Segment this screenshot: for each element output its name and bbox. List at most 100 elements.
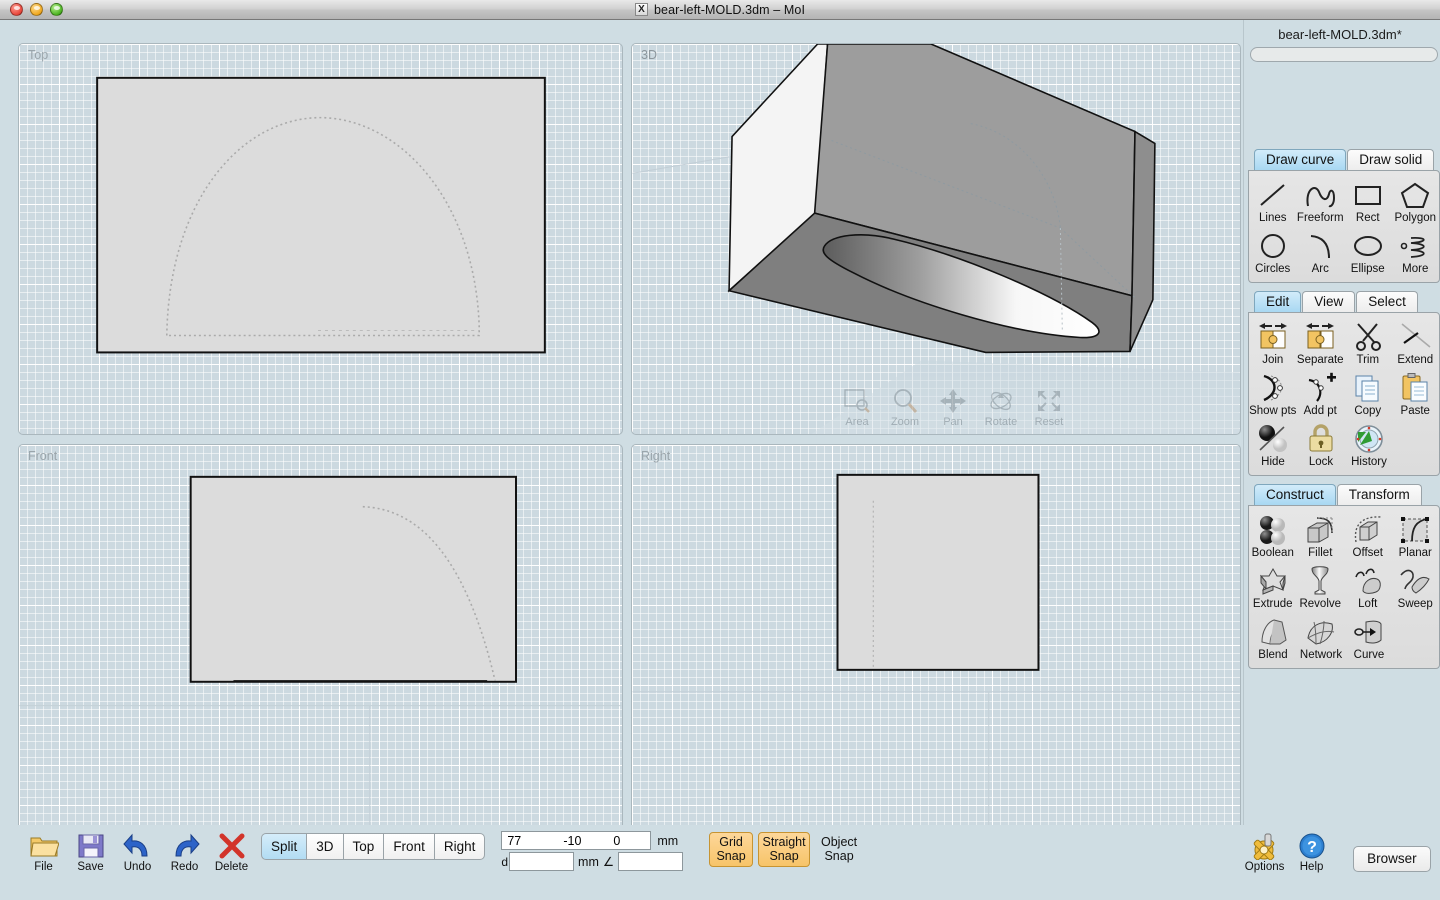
- show-points-icon: [1249, 371, 1297, 405]
- construct-panel: Boolean Fillet Offset: [1248, 505, 1440, 669]
- tab-draw-curve[interactable]: Draw curve: [1254, 149, 1346, 170]
- view-button-top[interactable]: Top: [343, 833, 384, 860]
- tool-hide[interactable]: Hide: [1249, 420, 1297, 471]
- tab-construct[interactable]: Construct: [1254, 484, 1336, 505]
- view-button-front[interactable]: Front: [383, 833, 434, 860]
- viewport-3d-canvas: [632, 44, 1240, 434]
- tool-polygon[interactable]: Polygon: [1392, 176, 1440, 227]
- viewport-front[interactable]: Front: [18, 444, 623, 836]
- snap-straight-button[interactable]: Straight Snap: [758, 832, 810, 867]
- arc-icon: [1297, 229, 1345, 263]
- tab-edit[interactable]: Edit: [1254, 291, 1301, 312]
- tool-rect[interactable]: Rect: [1344, 176, 1392, 227]
- distance-unit-label: mm: [578, 855, 599, 869]
- tool-freeform[interactable]: Freeform: [1297, 176, 1345, 227]
- tool-trim[interactable]: Trim: [1344, 318, 1392, 369]
- edit-tool-group: Edit View Select Join: [1248, 290, 1440, 476]
- sweep-icon: [1392, 564, 1440, 598]
- edit-row-1: Join Separate Trim: [1249, 318, 1439, 369]
- tool-offset[interactable]: Offset: [1344, 511, 1392, 562]
- view-button-3d[interactable]: 3D: [306, 833, 342, 860]
- tool-lines-label: Lines: [1249, 212, 1297, 224]
- tool-planar[interactable]: Planar: [1392, 511, 1440, 562]
- tool-arc[interactable]: Arc: [1297, 227, 1345, 278]
- tool-extrude[interactable]: Extrude: [1249, 562, 1297, 613]
- distance-input[interactable]: [509, 852, 574, 871]
- tab-draw-solid[interactable]: Draw solid: [1347, 149, 1434, 170]
- tool-show-pts[interactable]: Show pts: [1249, 369, 1297, 420]
- button-redo[interactable]: Redo: [161, 828, 208, 873]
- button-file[interactable]: File: [20, 828, 67, 873]
- folder-icon: [20, 828, 67, 860]
- tool-history[interactable]: History: [1345, 420, 1393, 471]
- tool-network[interactable]: Network: [1297, 613, 1345, 664]
- tool-curve[interactable]: Curve: [1345, 613, 1393, 664]
- viewport-3d-nav-widget: Area Zoom Pan: [837, 384, 1069, 428]
- viewport-right[interactable]: Right: [631, 444, 1241, 836]
- tool-fillet[interactable]: Fillet: [1297, 511, 1345, 562]
- snap-buttons: Grid Snap Straight Snap Object Snap: [709, 832, 863, 867]
- construct-row-2: Extrude Revolve Loft: [1249, 562, 1439, 613]
- tool-ellipse[interactable]: Ellipse: [1344, 227, 1392, 278]
- construct-row-3: Blend Network Curve: [1249, 613, 1439, 664]
- browser-search-field[interactable]: [1250, 47, 1438, 62]
- open-file-name: bear-left-MOLD.3dm*: [1244, 20, 1440, 42]
- edit-tab-row: Edit View Select: [1248, 290, 1440, 312]
- button-save[interactable]: Save: [67, 828, 114, 873]
- button-undo[interactable]: Undo: [114, 828, 161, 873]
- tool-trim-label: Trim: [1344, 354, 1392, 366]
- tool-boolean-label: Boolean: [1249, 547, 1297, 559]
- tool-more[interactable]: More: [1392, 227, 1440, 278]
- tab-view[interactable]: View: [1302, 291, 1355, 312]
- viewport-top-label: Top: [28, 48, 48, 62]
- button-delete[interactable]: Delete: [208, 828, 255, 873]
- button-options[interactable]: Options: [1241, 828, 1288, 873]
- tab-transform[interactable]: Transform: [1337, 484, 1422, 505]
- nav-rotate-button[interactable]: Rotate: [981, 384, 1021, 428]
- line-icon: [1249, 178, 1297, 212]
- view-layout-buttons: Split 3D Top Front Right: [261, 833, 485, 860]
- separate-puzzle-icon: [1297, 320, 1345, 354]
- construct-tool-group: Construct Transform Boolean Fi: [1248, 483, 1440, 669]
- tool-copy[interactable]: Copy: [1344, 369, 1392, 420]
- tool-join[interactable]: Join: [1249, 318, 1297, 369]
- snap-grid-button[interactable]: Grid Snap: [709, 832, 753, 867]
- tool-blend[interactable]: Blend: [1249, 613, 1297, 664]
- tool-lines[interactable]: Lines: [1249, 176, 1297, 227]
- tool-lock[interactable]: Lock: [1297, 420, 1345, 471]
- view-button-split[interactable]: Split: [261, 833, 306, 860]
- coord-unit-label: mm: [657, 834, 678, 848]
- nav-area-button[interactable]: Area: [837, 384, 877, 428]
- tool-paste[interactable]: Paste: [1392, 369, 1440, 420]
- viewport-top[interactable]: Top: [18, 43, 623, 435]
- rectangle-icon: [1344, 178, 1392, 212]
- tool-revolve-label: Revolve: [1297, 598, 1345, 610]
- tool-add-pt[interactable]: Add pt: [1297, 369, 1345, 420]
- snap-object-button[interactable]: Object Snap: [815, 832, 863, 867]
- nav-zoom-button[interactable]: Zoom: [885, 384, 925, 428]
- browser-button[interactable]: Browser: [1353, 846, 1431, 872]
- tool-rect-label: Rect: [1344, 212, 1392, 224]
- tool-separate[interactable]: Separate: [1297, 318, 1345, 369]
- button-help[interactable]: ? Help: [1288, 828, 1335, 873]
- tab-select[interactable]: Select: [1356, 291, 1418, 312]
- nav-reset-button[interactable]: Reset: [1029, 384, 1069, 428]
- snap-object-line1: Object: [816, 835, 862, 849]
- paste-clipboard-icon: [1392, 371, 1440, 405]
- nav-pan-button[interactable]: Pan: [933, 384, 973, 428]
- xyz-input[interactable]: 77 -10 0: [501, 831, 651, 850]
- tool-boolean[interactable]: Boolean: [1249, 511, 1297, 562]
- snap-straight-line1: Straight: [759, 835, 809, 849]
- tool-extend[interactable]: Extend: [1392, 318, 1440, 369]
- network-surface-icon: [1297, 615, 1345, 649]
- window-title: X bear-left-MOLD.3dm – MoI: [0, 3, 1440, 17]
- angle-input[interactable]: [618, 852, 683, 871]
- button-file-label: File: [20, 861, 67, 873]
- tool-revolve[interactable]: Revolve: [1297, 562, 1345, 613]
- tool-circles[interactable]: Circles: [1249, 227, 1297, 278]
- tool-loft[interactable]: Loft: [1344, 562, 1392, 613]
- view-button-right[interactable]: Right: [434, 833, 486, 860]
- tool-sweep[interactable]: Sweep: [1392, 562, 1440, 613]
- viewport-3d[interactable]: 3D: [631, 43, 1241, 435]
- tool-ellipse-label: Ellipse: [1344, 263, 1392, 275]
